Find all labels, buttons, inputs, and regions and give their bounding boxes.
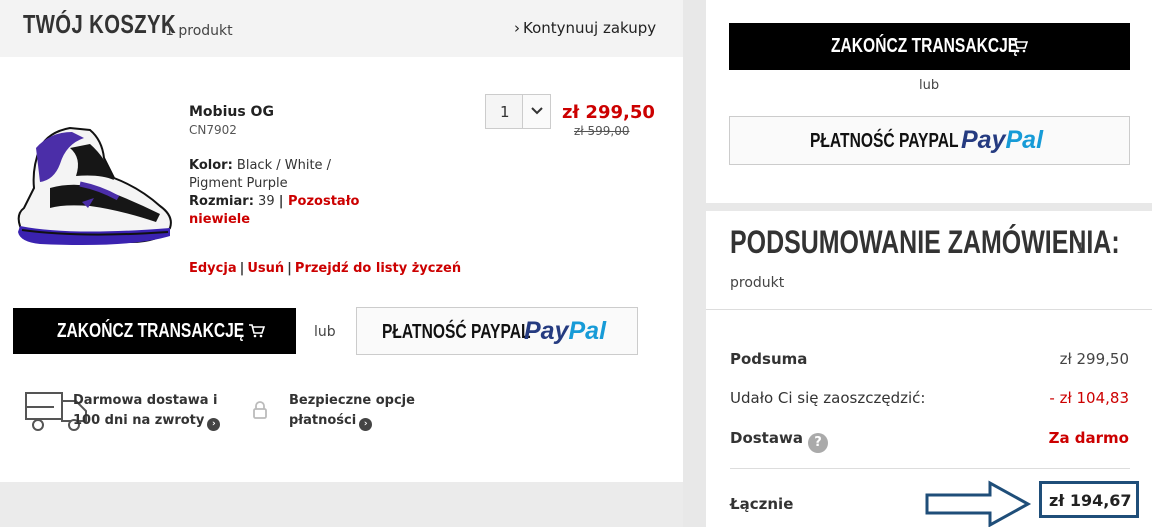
paypal-button-label: PŁATNOŚĆ PAYPAL bbox=[382, 321, 531, 343]
info-icon[interactable]: › bbox=[207, 418, 221, 431]
product-size: Rozmiar: 39 | Pozostało bbox=[189, 194, 360, 209]
cart-title: TWÓJ KOSZYK bbox=[23, 9, 177, 39]
summary-count: 1 bbox=[1076, 241, 1085, 257]
summary-unit: produkt bbox=[730, 275, 785, 291]
cart-item-count: 1 produkt bbox=[165, 23, 233, 39]
paypal-logo: PayPal bbox=[524, 317, 607, 345]
low-stock-line2: niewiele bbox=[189, 212, 251, 227]
total-value: zł 194,67 bbox=[1049, 491, 1132, 510]
product-code: CN7902 bbox=[189, 123, 237, 137]
delivery-value: Za darmo bbox=[1048, 429, 1129, 447]
product-color: Kolor: Black / White / bbox=[189, 157, 331, 175]
continue-shopping-label: Kontynuuj zakupy bbox=[523, 19, 657, 37]
paypal-logo: PayPal bbox=[961, 126, 1044, 154]
product-actions: Edycja | Usuń | Przejdź do listy życzeń bbox=[189, 261, 462, 276]
color-value-line1: Black / White / bbox=[236, 158, 332, 173]
arrow-right-icon bbox=[925, 480, 1032, 527]
size-label: Rozmiar: bbox=[189, 194, 254, 209]
edit-link[interactable]: Edycja bbox=[189, 261, 237, 276]
move-to-wishlist-link[interactable]: Przejdź do listy życzeń bbox=[295, 261, 461, 276]
low-stock-line1: Pozostało bbox=[288, 194, 360, 209]
cart-icon bbox=[249, 324, 265, 338]
checkout-button-top[interactable]: ZAKOŃCZ TRANSAKCJĘ bbox=[729, 23, 1130, 70]
paypal-button-top[interactable]: PŁATNOŚĆ PAYPAL PayPal bbox=[729, 116, 1130, 165]
subtotal-label: Podsuma bbox=[730, 350, 808, 368]
product-original-price: zł 599,00 bbox=[574, 124, 630, 138]
divider bbox=[730, 468, 1130, 469]
subtotal-value: zł 299,50 bbox=[1059, 350, 1129, 368]
delivery-label: Dostawa bbox=[730, 429, 803, 447]
info-icon[interactable]: › bbox=[359, 418, 373, 431]
remove-link[interactable]: Usuń bbox=[247, 261, 284, 276]
checkout-label: ZAKOŃCZ TRANSAKCJĘ bbox=[831, 35, 1019, 57]
help-icon[interactable]: ? bbox=[807, 433, 828, 453]
quantity-select[interactable]: 1 bbox=[485, 94, 551, 129]
chevron-down-icon[interactable] bbox=[522, 95, 550, 128]
product-price: zł 299,50 bbox=[562, 102, 655, 123]
savings-value: - zł 104,83 bbox=[1049, 389, 1129, 407]
quantity-value: 1 bbox=[500, 103, 510, 121]
paypal-button-bottom[interactable]: PŁATNOŚĆ PAYPAL PayPal bbox=[356, 307, 638, 355]
free-shipping-info: Darmowa dostawa i 100 dni na zwroty › bbox=[73, 391, 221, 431]
color-label: Kolor: bbox=[189, 158, 233, 173]
or-label: lub bbox=[314, 324, 336, 340]
or-label: lub bbox=[919, 78, 940, 93]
product-name[interactable]: Mobius OG bbox=[189, 104, 274, 120]
savings-label: Udało Ci się zaoszczędzić: bbox=[730, 389, 926, 407]
total-label: Łącznie bbox=[730, 495, 794, 513]
product-image[interactable] bbox=[10, 118, 180, 248]
secure-payment-info: Bezpieczne opcje płatności › bbox=[289, 393, 415, 431]
continue-shopping-link[interactable]: › Kontynuuj zakupy bbox=[514, 19, 656, 37]
cart-icon bbox=[1012, 39, 1028, 53]
checkout-button-bottom[interactable]: ZAKOŃCZ TRANSAKCJĘ bbox=[13, 308, 296, 354]
paypal-button-label: PŁATNOŚĆ PAYPAL bbox=[810, 130, 959, 152]
checkout-label: ZAKOŃCZ TRANSAKCJĘ bbox=[57, 320, 245, 342]
padlock-icon bbox=[253, 401, 267, 419]
delivery-row: Dostawa? bbox=[730, 429, 828, 453]
bottom-strip bbox=[0, 482, 683, 527]
divider bbox=[706, 309, 1152, 310]
color-value-line2: Pigment Purple bbox=[189, 176, 288, 191]
size-value: 39 bbox=[258, 194, 275, 209]
summary-title: PODSUMOWANIE ZAMÓWIENIA: bbox=[730, 224, 1120, 260]
chevron-right-icon: › bbox=[514, 19, 520, 37]
